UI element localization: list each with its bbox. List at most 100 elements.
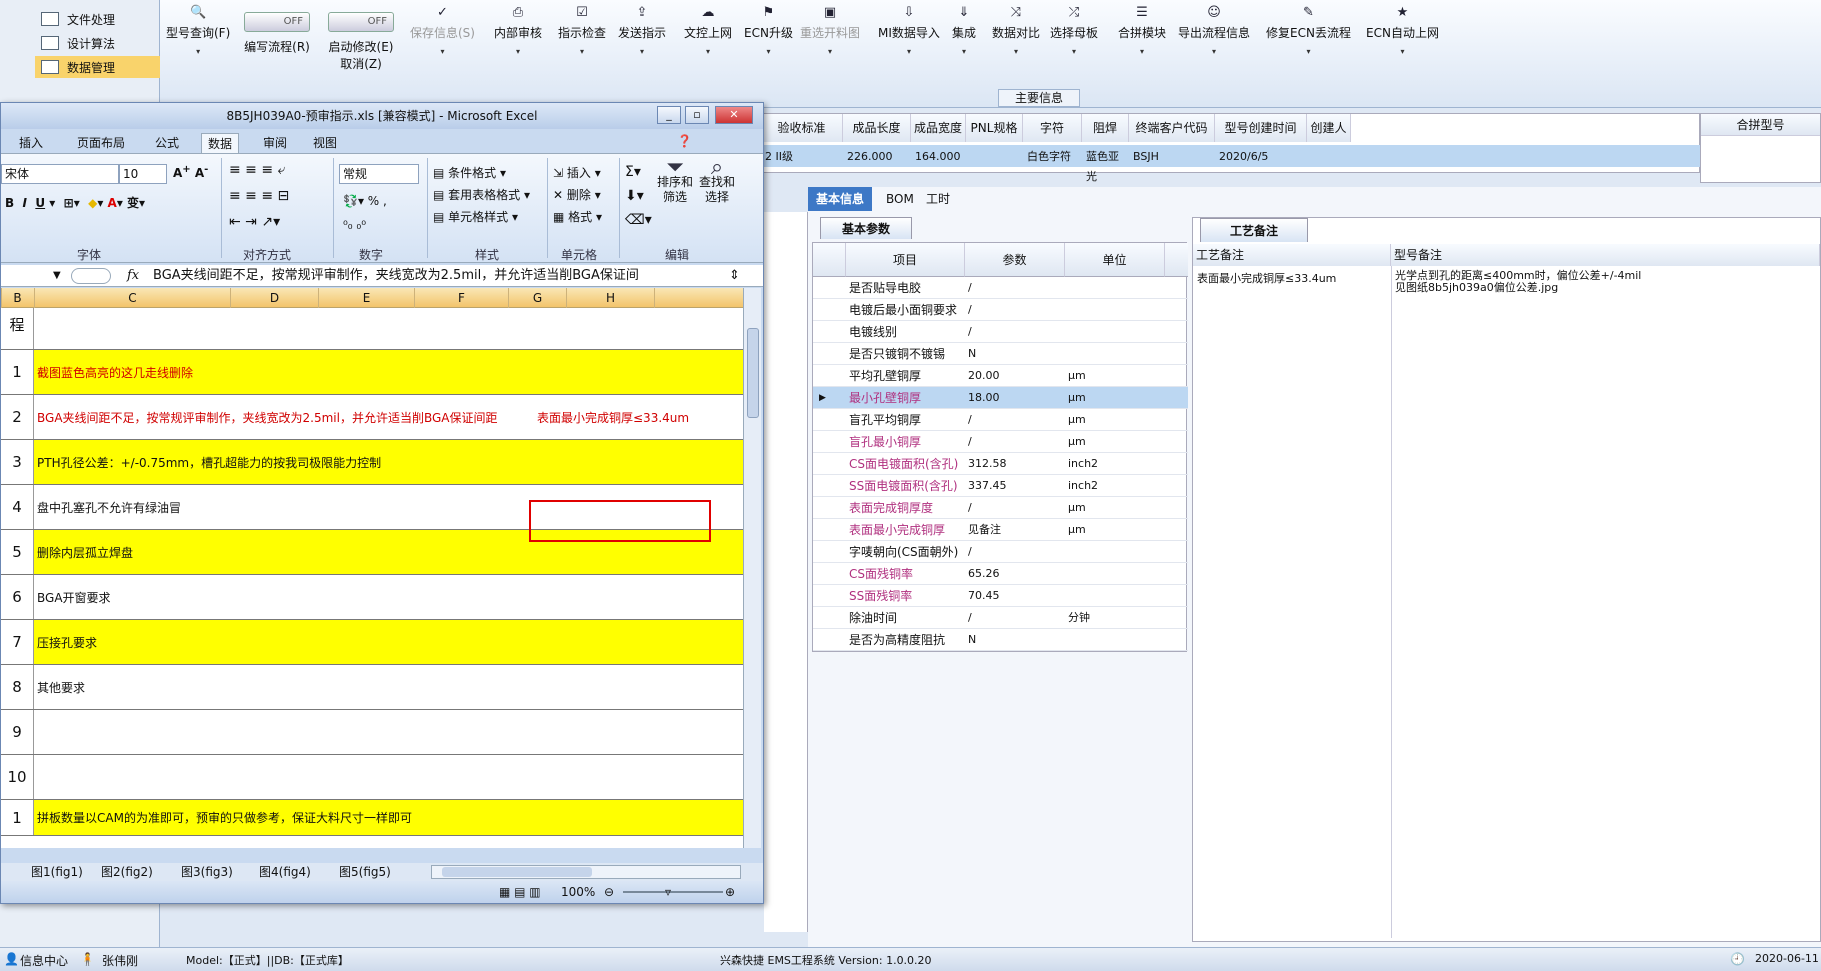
column-header[interactable]: D bbox=[231, 288, 319, 308]
vertical-scrollbar[interactable] bbox=[743, 288, 761, 848]
worksheet-row[interactable]: 10 bbox=[1, 755, 743, 800]
horizontal-scrollbar[interactable] bbox=[431, 865, 741, 879]
excel-tab[interactable]: 数据 bbox=[201, 133, 240, 153]
table-row[interactable]: 电镀后最小面铜要求 / bbox=[813, 299, 1188, 321]
number-format-icons[interactable]: 💱▾ % , bbox=[343, 194, 387, 208]
excel-tab[interactable]: 公式 bbox=[149, 133, 185, 153]
worksheet-row[interactable]: 9 bbox=[1, 710, 743, 755]
row-number[interactable]: 4 bbox=[1, 485, 34, 529]
row-number[interactable]: 1 bbox=[1, 800, 34, 835]
table-format-button[interactable]: ▤ 套用表格格式 ▾ bbox=[433, 186, 530, 203]
excel-tab[interactable]: 插入 bbox=[13, 133, 49, 153]
ribbon-button[interactable]: OFF 编写流程(R) bbox=[244, 12, 310, 55]
formula-input[interactable]: BGA夹线间距不足，按常规评审制作，夹线宽改为2.5mil，并允许适当削BGA保… bbox=[153, 265, 723, 287]
zoom-slider[interactable] bbox=[623, 891, 723, 893]
info-center-label[interactable]: 信息中心 bbox=[20, 952, 68, 969]
table-row[interactable]: 是否贴导电胶 / bbox=[813, 277, 1188, 299]
grow-font-icon[interactable]: A+ A- bbox=[173, 164, 208, 180]
row-number[interactable]: 7 bbox=[1, 620, 34, 664]
param-value[interactable]: / bbox=[965, 277, 1065, 299]
ribbon-button[interactable]: 🔍 型号查询(F) ▾ bbox=[166, 6, 230, 57]
cell-text[interactable]: 截图蓝色高亮的这几走线删除 bbox=[37, 350, 193, 394]
row-number[interactable]: 3 bbox=[1, 440, 34, 484]
scroll-thumb[interactable] bbox=[747, 328, 759, 418]
grid-cell[interactable]: 2 II级 bbox=[761, 147, 843, 167]
ribbon-button[interactable]: ✓ 保存信息(S) ▾ bbox=[410, 6, 475, 57]
table-row[interactable]: ▶ 最小孔壁铜厚 18.00 μm bbox=[813, 387, 1188, 409]
ribbon-button[interactable]: ▣ 重选开料图 ▾ bbox=[800, 6, 860, 57]
conditional-format-button[interactable]: ▤ 条件格式 ▾ bbox=[433, 164, 506, 181]
row-number[interactable]: 1 bbox=[1, 350, 34, 394]
delete-cells-button[interactable]: ✕ 删除 ▾ bbox=[553, 186, 601, 203]
maximize-button[interactable]: ▫ bbox=[685, 106, 709, 124]
param-value[interactable]: N bbox=[965, 629, 1065, 651]
param-value[interactable]: / bbox=[965, 607, 1065, 629]
param-value[interactable]: 18.00 bbox=[965, 387, 1065, 409]
sheet-tab[interactable]: 图3(fig3) bbox=[181, 863, 233, 881]
column-header[interactable]: E bbox=[319, 288, 415, 308]
cell-text[interactable]: BGA夹线间距不足，按常规评审制作，夹线宽改为2.5mil，并允许适当削BGA保… bbox=[37, 395, 498, 439]
param-value[interactable]: / bbox=[965, 409, 1065, 431]
cell-text[interactable]: BGA开窗要求 bbox=[37, 575, 111, 619]
zoom-in-icon[interactable]: ⊕ bbox=[725, 881, 735, 903]
param-value[interactable]: N bbox=[965, 343, 1065, 365]
toggle-switch[interactable]: OFF bbox=[244, 12, 310, 32]
table-row[interactable]: 表面完成铜厚度 / μm bbox=[813, 497, 1188, 519]
worksheet-row[interactable]: 3 PTH孔径公差：+/-0.75mm，槽孔超能力的按我司极限能力控制 bbox=[1, 440, 743, 485]
cell-text[interactable]: 删除内层孤立焊盘 bbox=[37, 530, 133, 574]
param-value[interactable]: 312.58 bbox=[965, 453, 1065, 475]
grid-cell[interactable] bbox=[966, 147, 1023, 167]
ribbon-button[interactable]: OFF 启动修改(E) 取消(Z) bbox=[328, 12, 394, 72]
sum-icon[interactable]: Σ▾ bbox=[625, 164, 641, 180]
worksheet-row[interactable]: 1 截图蓝色高亮的这几走线删除 bbox=[1, 350, 743, 395]
row-number[interactable]: 8 bbox=[1, 665, 34, 709]
excel-tab[interactable]: 视图 bbox=[307, 133, 343, 153]
cell-text[interactable]: 压接孔要求 bbox=[37, 620, 97, 664]
cell-styles-button[interactable]: ▤ 单元格样式 ▾ bbox=[433, 208, 518, 225]
param-value[interactable]: 20.00 bbox=[965, 365, 1065, 387]
sheet-tab[interactable]: 图4(fig4) bbox=[259, 863, 311, 881]
insert-cells-button[interactable]: ⇲ 插入 ▾ bbox=[553, 164, 601, 181]
model-note-text[interactable]: 光学点到孔的距离≤400mm时，偏位公差+/-4mil 见图纸8b5jh039a… bbox=[1395, 270, 1815, 294]
ribbon-button[interactable]: ⤨ 数据对比 ▾ bbox=[992, 6, 1040, 57]
worksheet-row[interactable]: 1 拼板数量以CAM的为准即可，预审的只做参考，保证大料尺寸一样即可 bbox=[1, 800, 743, 836]
minimize-button[interactable]: _ bbox=[657, 106, 681, 124]
sheet-tab[interactable]: 图1(fig1) bbox=[31, 863, 83, 881]
clear-icon[interactable]: ⌫▾ bbox=[625, 212, 652, 228]
worksheet-row[interactable]: 7 压接孔要求 bbox=[1, 620, 743, 665]
table-row[interactable]: SS面残铜率 70.45 bbox=[813, 585, 1188, 607]
column-header[interactable]: B bbox=[1, 288, 35, 308]
left-nav-item[interactable]: 文件处理 bbox=[35, 8, 165, 30]
excel-tab[interactable]: 审阅 bbox=[257, 133, 293, 153]
grid-cell[interactable]: 白色字符 bbox=[1023, 147, 1082, 167]
column-header[interactable]: F bbox=[415, 288, 509, 308]
info-center-icon[interactable]: 👤 bbox=[4, 952, 19, 966]
param-value[interactable]: 见备注 bbox=[965, 519, 1065, 541]
name-box-dropdown-icon[interactable]: ▼ bbox=[53, 265, 61, 287]
ribbon-button[interactable]: ☑ 指示检查 ▾ bbox=[558, 6, 606, 57]
column-header[interactable]: C bbox=[35, 288, 231, 308]
zoom-level[interactable]: 100% bbox=[561, 881, 595, 903]
ribbon-button[interactable]: ★ ECN自动上网 ▾ bbox=[1366, 6, 1439, 57]
cell-text[interactable]: 拼板数量以CAM的为准即可，预审的只做参考，保证大料尺寸一样即可 bbox=[37, 800, 412, 835]
row-number[interactable]: 6 bbox=[1, 575, 34, 619]
table-row[interactable]: 电镀线别 / bbox=[813, 321, 1188, 343]
param-value[interactable]: / bbox=[965, 497, 1065, 519]
grid-cell[interactable]: BSJH bbox=[1129, 147, 1215, 167]
grid-cell[interactable]: 226.000 bbox=[843, 147, 911, 167]
ribbon-button[interactable]: ⇩ MI数据导入 ▾ bbox=[878, 6, 940, 57]
column-header[interactable]: H bbox=[567, 288, 655, 308]
param-value[interactable]: / bbox=[965, 431, 1065, 453]
excel-tab[interactable]: 页面布局 bbox=[71, 133, 131, 153]
param-value[interactable]: / bbox=[965, 299, 1065, 321]
decimal-icons[interactable]: ⁰₀ ₀⁰ bbox=[343, 218, 366, 232]
sort-filter-button[interactable]: ⏷ 排序和筛选 bbox=[655, 157, 695, 205]
tab-basic-info[interactable]: 基本信息 bbox=[808, 187, 873, 211]
tab-bom[interactable]: BOM bbox=[878, 187, 922, 211]
cell-text[interactable]: 盘中孔塞孔不允许有绿油冒 bbox=[37, 485, 181, 529]
ribbon-button[interactable]: ⤮ 选择母板 ▾ bbox=[1050, 6, 1098, 57]
left-nav-item[interactable]: 设计算法 bbox=[35, 32, 165, 54]
table-row[interactable]: 平均孔壁铜厚 20.00 μm bbox=[813, 365, 1188, 387]
bold-italic-underline-icons[interactable]: B I U ▾ ⊞▾ ◆▾ A▾ 变▾ bbox=[5, 194, 145, 211]
ribbon-button[interactable]: ⇪ 发送指示 ▾ bbox=[618, 6, 666, 57]
